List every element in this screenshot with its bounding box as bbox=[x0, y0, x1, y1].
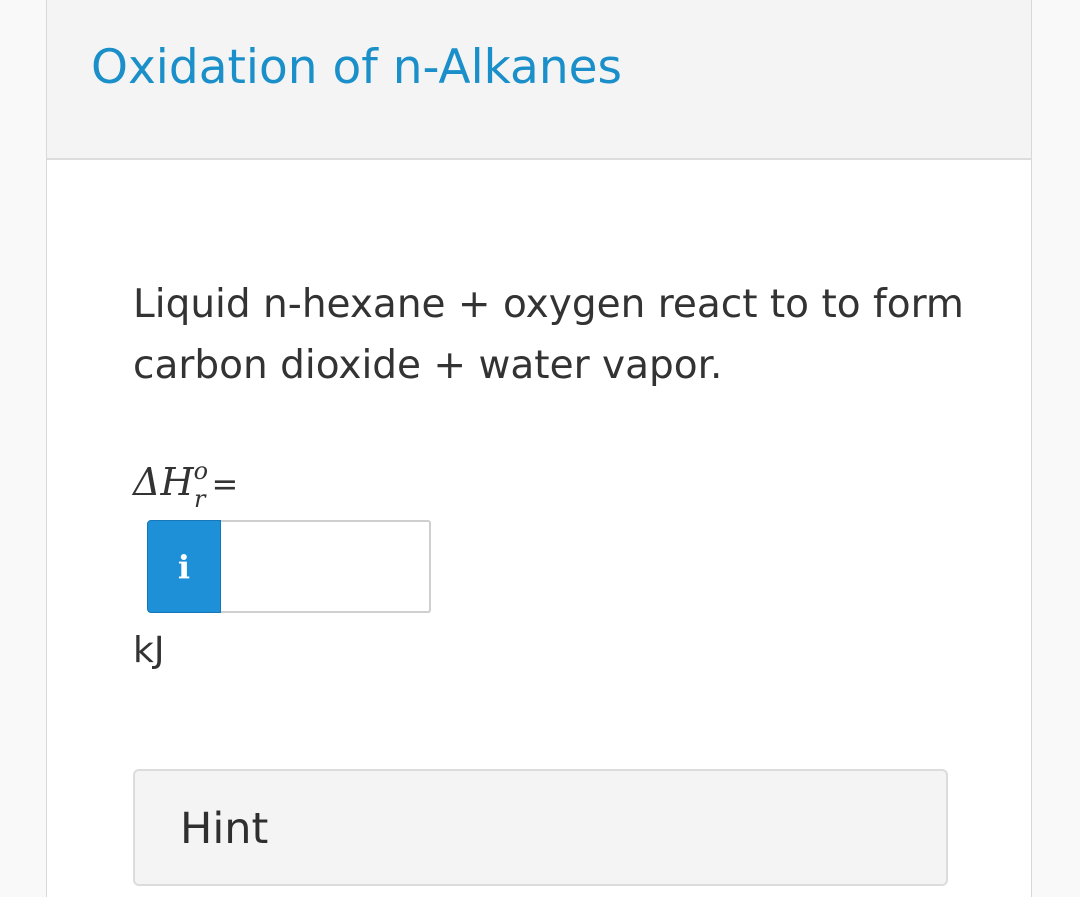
answer-input-group: i bbox=[147, 520, 431, 613]
page-title: Oxidation of n-Alkanes bbox=[91, 40, 623, 95]
hint-button[interactable]: Hint bbox=[133, 769, 948, 886]
card-header: Oxidation of n-Alkanes bbox=[47, 0, 1031, 160]
standard-state-superscript: o bbox=[193, 457, 209, 485]
reaction-subscript: r bbox=[194, 485, 206, 513]
info-button[interactable]: i bbox=[147, 520, 221, 613]
enthalpy-symbol: H bbox=[160, 460, 194, 504]
hint-label: Hint bbox=[180, 804, 269, 854]
enthalpy-equation: ΔHor = bbox=[133, 457, 239, 516]
question-text: Liquid n-hexane + oxygen react to to for… bbox=[133, 282, 964, 388]
answer-input[interactable] bbox=[221, 520, 431, 613]
delta-symbol: Δ bbox=[133, 460, 161, 504]
question-card: Oxidation of n-Alkanes Liquid n-hexane +… bbox=[46, 0, 1032, 897]
info-icon: i bbox=[177, 547, 191, 586]
unit-label: kJ bbox=[133, 630, 165, 671]
equals-sign: = bbox=[211, 465, 239, 503]
